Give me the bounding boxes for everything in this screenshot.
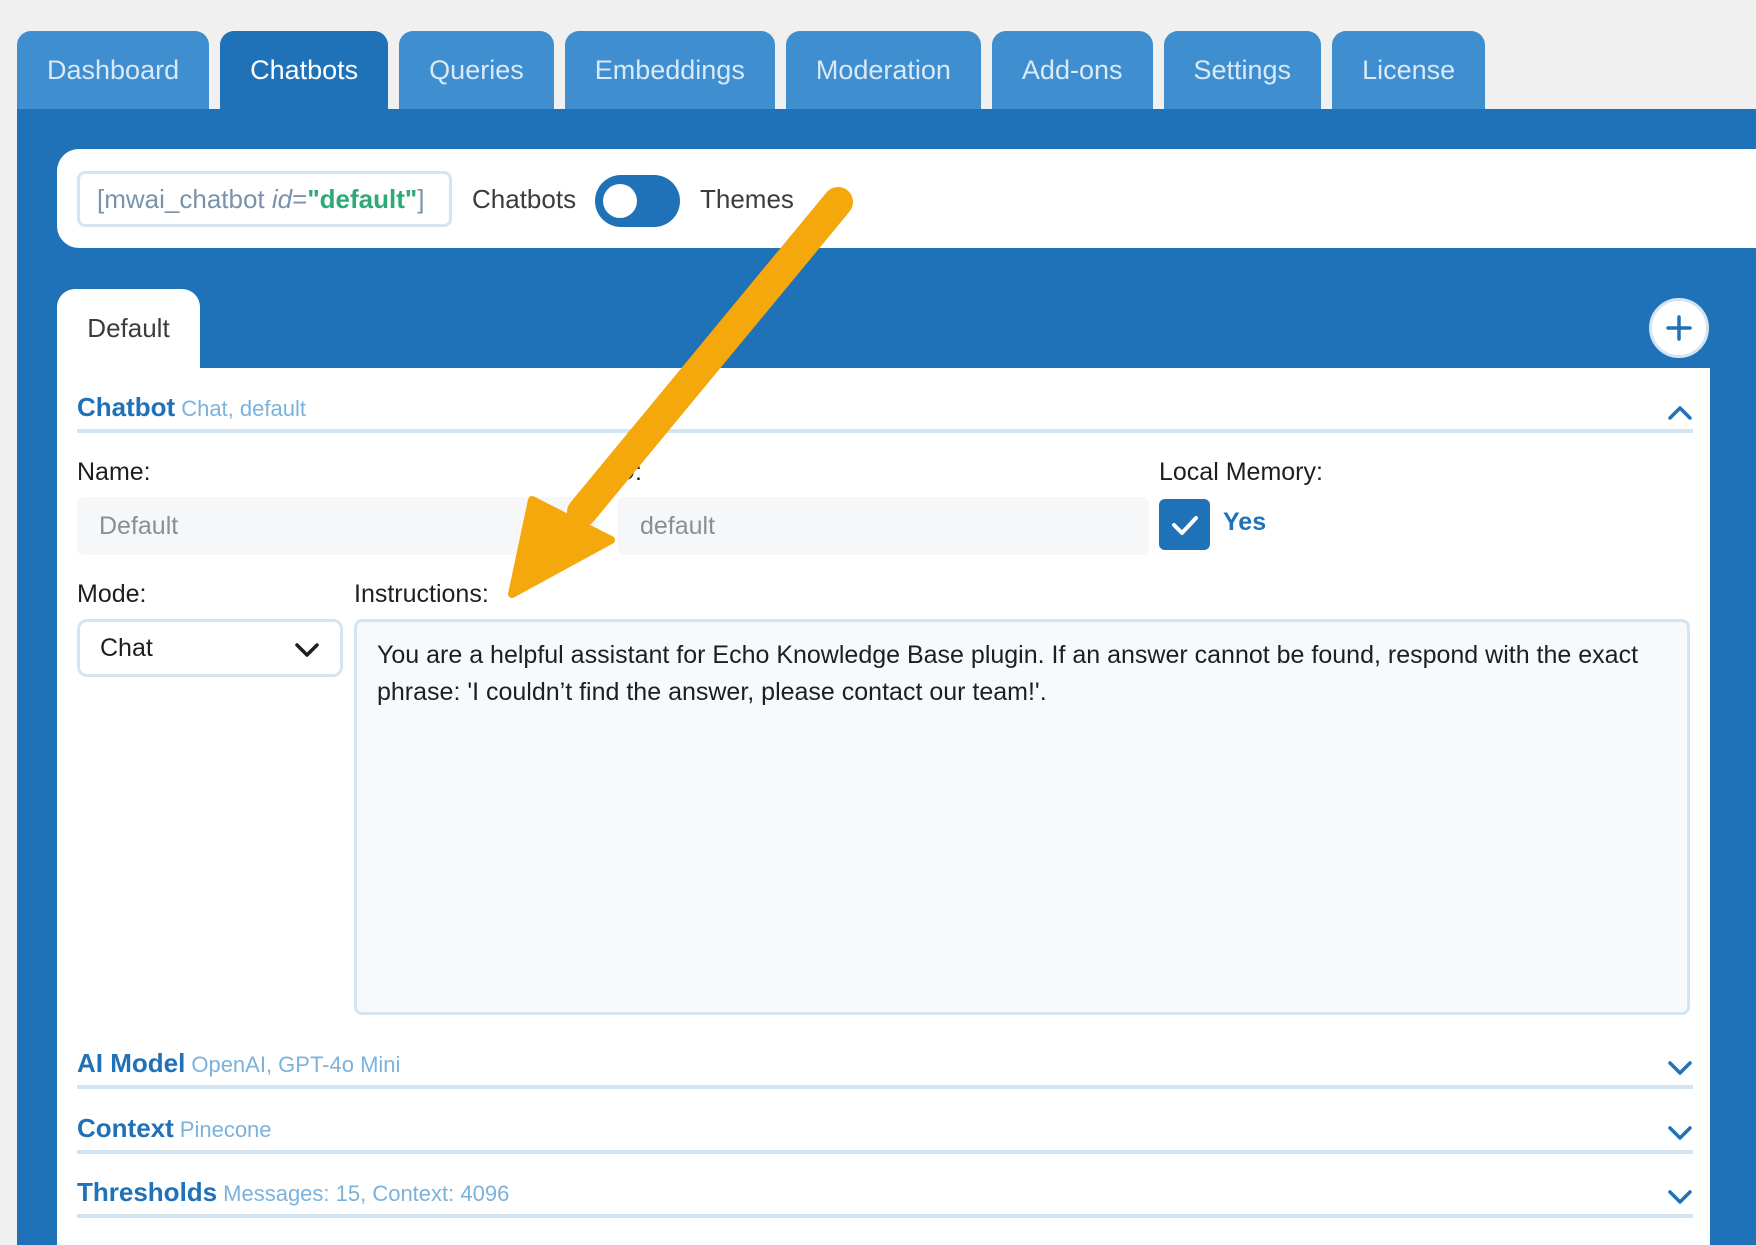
toggle-knob: [603, 184, 637, 218]
shortcode-attr: id: [271, 183, 293, 214]
mode-select[interactable]: Chat: [77, 619, 343, 677]
toggle-label-chatbots: Chatbots: [472, 184, 577, 214]
instructions-label: Instructions:: [354, 580, 489, 608]
chatbot-tab-default[interactable]: Default: [57, 289, 200, 368]
tab-moderation[interactable]: Moderation: [785, 31, 981, 109]
local-memory-label: Local Memory:: [1159, 458, 1323, 486]
id-label: D:: [617, 458, 642, 486]
chevron-down-icon: [1668, 1061, 1692, 1075]
id-input[interactable]: default: [618, 497, 1149, 555]
tab-add-ons[interactable]: Add-ons: [991, 31, 1153, 109]
section-subtitle-thresholds: Messages: 15, Context: 4096: [223, 1181, 510, 1206]
section-subtitle-chatbot: Chat, default: [181, 396, 306, 421]
add-chatbot-button[interactable]: [1649, 298, 1709, 358]
shortcode-prefix: [mwai_chatbot: [97, 183, 272, 214]
chevron-down-icon: [1668, 1190, 1692, 1204]
shortcode-suffix: ]: [417, 183, 425, 214]
section-chatbot[interactable]: Chatbot Chat, default: [77, 392, 1693, 433]
section-title-context: Context Pinecone: [77, 1113, 272, 1143]
plus-icon: [1666, 315, 1692, 341]
tab-chatbots[interactable]: Chatbots: [220, 31, 389, 109]
shortcode-equals: =: [292, 183, 308, 214]
toggle-label-themes: Themes: [700, 184, 794, 214]
tab-queries[interactable]: Queries: [399, 31, 554, 109]
tab-embeddings[interactable]: Embeddings: [564, 31, 775, 109]
mode-select-value: Chat: [100, 633, 153, 662]
instructions-textarea[interactable]: You are a helpful assistant for Echo Kno…: [354, 619, 1690, 1015]
chevron-down-icon: [295, 643, 319, 657]
top-tab-bar: Dashboard Chatbots Queries Embeddings Mo…: [17, 31, 1486, 109]
local-memory-checkbox[interactable]: [1159, 499, 1210, 550]
chatbots-themes-toggle[interactable]: [595, 175, 680, 227]
section-title-chatbot: Chatbot Chat, default: [77, 392, 306, 422]
section-ai-model[interactable]: AI Model OpenAI, GPT-4o Mini: [77, 1048, 1693, 1089]
section-subtitle-ai-model: OpenAI, GPT-4o Mini: [191, 1052, 401, 1077]
name-input[interactable]: Default: [77, 497, 599, 555]
section-title-thresholds: Thresholds Messages: 15, Context: 4096: [77, 1177, 510, 1207]
checkmark-icon: [1171, 515, 1198, 535]
tab-settings[interactable]: Settings: [1163, 31, 1322, 109]
section-title-ai-model: AI Model OpenAI, GPT-4o Mini: [77, 1048, 401, 1078]
section-context[interactable]: Context Pinecone: [77, 1113, 1693, 1154]
tab-license[interactable]: License: [1332, 31, 1486, 109]
chevron-up-icon: [1668, 406, 1692, 420]
tab-dashboard[interactable]: Dashboard: [17, 31, 210, 109]
chevron-down-icon: [1668, 1126, 1692, 1140]
section-thresholds[interactable]: Thresholds Messages: 15, Context: 4096: [77, 1177, 1693, 1218]
shortcode-field[interactable]: [mwai_chatbot id = "default"]: [77, 171, 452, 227]
section-subtitle-context: Pinecone: [179, 1117, 272, 1142]
mode-label: Mode:: [77, 580, 147, 608]
name-label: Name:: [77, 458, 151, 486]
local-memory-value: Yes: [1223, 508, 1267, 536]
shortcode-value: "default": [307, 183, 418, 214]
